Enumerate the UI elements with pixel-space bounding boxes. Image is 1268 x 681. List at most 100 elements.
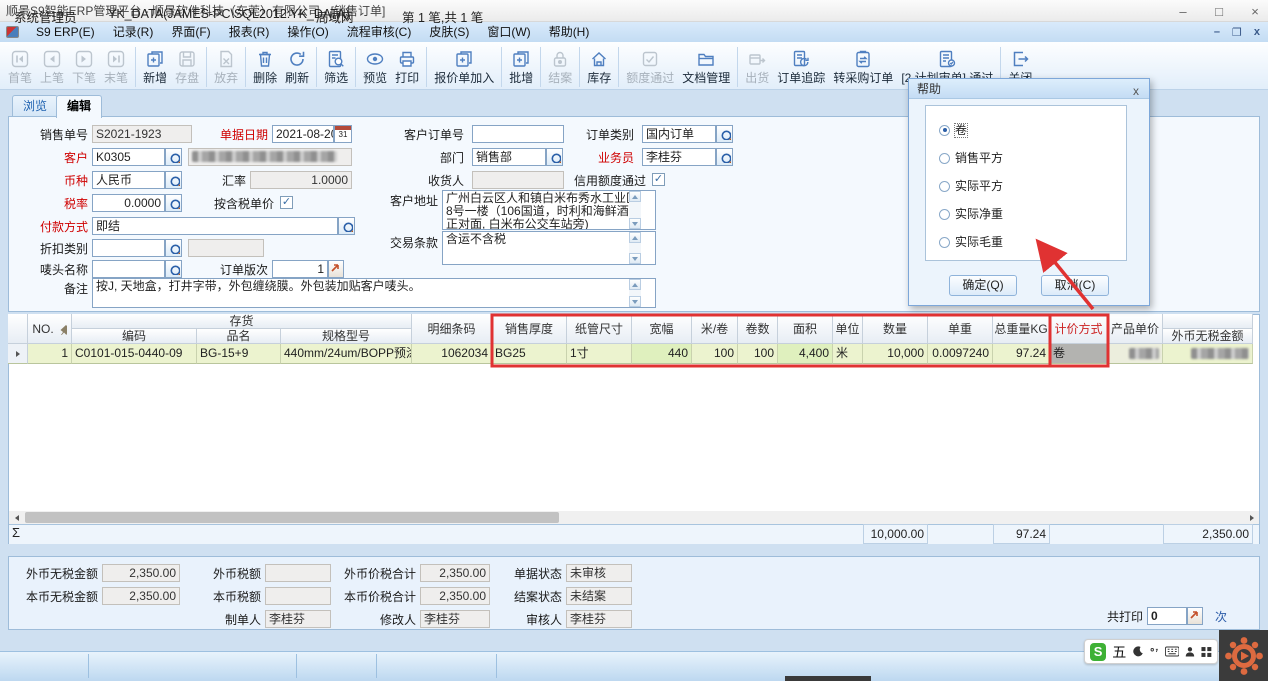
punctuation-icon[interactable] — [1150, 647, 1159, 657]
department-lookup-icon[interactable] — [546, 148, 563, 166]
radio-option-actual-sqm[interactable]: 实际平方 — [939, 179, 1003, 193]
cell-width[interactable]: 440 — [632, 344, 692, 364]
col-header-thickness[interactable]: 销售厚度 — [492, 314, 567, 344]
dialog-close-icon[interactable]: x — [1129, 81, 1143, 101]
remark-scrollbar[interactable] — [629, 279, 641, 307]
salesman-lookup-icon[interactable] — [716, 148, 733, 166]
menu-interface[interactable]: 界面(F) — [162, 22, 219, 42]
col-header-total-weight[interactable]: 总重量KG — [993, 314, 1050, 344]
trade-terms-field[interactable]: 含运不含税 — [442, 231, 656, 265]
menu-record[interactable]: 记录(R) — [104, 22, 163, 42]
radio-option-actual-net-weight[interactable]: 实际净重 — [939, 207, 1003, 221]
col-header-name[interactable]: 品名 — [197, 329, 281, 344]
cell-core-size[interactable]: 1寸 — [567, 344, 632, 364]
sogou-logo-icon[interactable]: S — [1090, 643, 1106, 661]
radio-option-sales-sqm[interactable]: 销售平方 — [939, 151, 1003, 165]
cell-barcode[interactable]: 1062034 — [412, 344, 492, 364]
salesman-field[interactable]: 李桂芬 — [642, 148, 716, 166]
moon-icon[interactable] — [1132, 645, 1144, 658]
minimize-icon[interactable]: – — [1176, 4, 1190, 19]
order-type-lookup-icon[interactable] — [716, 125, 733, 143]
add-button[interactable]: 新增 — [139, 45, 171, 89]
cell-qty[interactable]: 10,000 — [863, 344, 928, 364]
help-dialog-titlebar[interactable]: 帮助 x — [909, 79, 1149, 99]
col-header-unit-price[interactable]: 产品单价 — [1108, 314, 1163, 344]
delete-button[interactable]: 删除 — [249, 45, 281, 89]
col-header-unit-weight[interactable]: 单重 — [928, 314, 993, 344]
cancel-button[interactable]: 取消(C) — [1041, 275, 1109, 296]
order-version-field[interactable]: 1 — [272, 260, 328, 278]
customer-po-field[interactable] — [472, 125, 564, 143]
customer-field[interactable]: K0305 — [92, 148, 165, 166]
col-header-spec[interactable]: 规格型号 — [281, 329, 412, 344]
order-track-button[interactable]: 订单追踪 — [773, 45, 829, 89]
col-header-width[interactable]: 宽幅 — [632, 314, 692, 344]
mdi-close-icon[interactable]: x — [1254, 26, 1260, 38]
scrollbar-thumb[interactable] — [25, 512, 559, 523]
mark-lookup-icon[interactable] — [165, 260, 182, 278]
col-header-pricing-mode[interactable]: 计价方式 — [1050, 314, 1108, 344]
remark-field[interactable]: 按J, 天地盒，打井字带，外包缠绕膜。外包装加贴客户唛头。 — [92, 278, 656, 308]
col-header-unit[interactable]: 单位 — [833, 314, 863, 344]
tax-rate-lookup-icon[interactable] — [165, 194, 182, 212]
customer-lookup-icon[interactable] — [165, 148, 182, 166]
cell-thickness[interactable]: BG25 — [492, 344, 567, 364]
currency-field[interactable]: 人民币 — [92, 171, 165, 189]
tab-browse[interactable]: 浏览 — [12, 95, 58, 117]
preview-button[interactable]: 预览 — [359, 45, 391, 89]
person-icon[interactable] — [1185, 646, 1195, 658]
calendar-icon[interactable]: 31 — [334, 125, 352, 143]
radio-option-actual-gross-weight[interactable]: 实际毛重 — [939, 235, 1003, 249]
col-header-barcode[interactable]: 明细条码 — [412, 314, 492, 344]
cell-code[interactable]: C0101-015-0440-09 — [72, 344, 197, 364]
print-count-field[interactable]: 0 — [1147, 607, 1187, 625]
grid-hscrollbar[interactable] — [9, 511, 1259, 524]
filter-button[interactable]: 筛选 — [320, 45, 352, 89]
payment-field[interactable]: 即结 — [92, 217, 338, 235]
quote-add-button[interactable]: 报价单加入 — [430, 45, 498, 89]
cell-unit-price[interactable] — [1108, 344, 1163, 364]
print-count-spinner[interactable] — [1187, 607, 1203, 625]
cell-unit-weight[interactable]: 0.0097240 — [928, 344, 993, 364]
to-purchase-order-button[interactable]: 转采购订单 — [829, 45, 897, 89]
menu-window[interactable]: 窗口(W) — [478, 22, 539, 42]
terms-scrollbar[interactable] — [629, 232, 641, 264]
batch-add-button[interactable]: 批增 — [505, 45, 537, 89]
tax-rate-field[interactable]: 0.0000 — [92, 194, 165, 212]
cell-fc-amount[interactable] — [1163, 344, 1253, 364]
cell-pricing-mode[interactable]: 卷 — [1050, 344, 1108, 364]
col-header-no[interactable]: NO. — [28, 314, 72, 344]
order-type-field[interactable]: 国内订单 — [642, 125, 716, 143]
col-header-rolls[interactable]: 卷数 — [738, 314, 778, 344]
mdi-restore-icon[interactable]: ❐ — [1232, 26, 1242, 39]
grid-corner-cell[interactable] — [8, 314, 28, 344]
customer-address-field[interactable]: 广州白云区人和镇白米布秀水工业区8号一楼（106国道，时利和海鲜酒家正对面, 白… — [442, 190, 656, 230]
scroll-right-icon[interactable] — [1244, 511, 1259, 524]
discount-lookup-icon[interactable] — [165, 239, 182, 257]
payment-lookup-icon[interactable] — [338, 217, 355, 235]
document-manage-button[interactable]: 文档管理 — [678, 45, 734, 89]
cell-m-per-roll[interactable]: 100 — [692, 344, 738, 364]
cell-no[interactable]: 1 — [28, 344, 72, 364]
ok-button[interactable]: 确定(Q) — [949, 275, 1017, 296]
toolbox-grid-icon[interactable] — [1201, 646, 1212, 658]
menu-report[interactable]: 报表(R) — [220, 22, 279, 42]
scroll-left-icon[interactable] — [9, 511, 24, 524]
menu-help[interactable]: 帮助(H) — [540, 22, 599, 42]
keyboard-icon[interactable] — [1165, 646, 1179, 657]
col-group-inventory[interactable]: 存货 — [72, 314, 412, 329]
col-header-core-size[interactable]: 纸管尺寸 — [567, 314, 632, 344]
col-header-area[interactable]: 面积 — [778, 314, 833, 344]
doc-date-field[interactable]: 2021-08-20 — [272, 125, 334, 143]
refresh-button[interactable]: 刷新 — [281, 45, 313, 89]
maximize-icon[interactable]: □ — [1212, 4, 1226, 19]
row-indicator[interactable] — [8, 344, 28, 364]
tab-edit[interactable]: 编辑 — [56, 95, 102, 118]
discount-type-field[interactable] — [92, 239, 165, 257]
col-header-m-per-roll[interactable]: 米/卷 — [692, 314, 738, 344]
credit-pass-checkbox[interactable]: ✓ — [652, 173, 665, 186]
print-button[interactable]: 打印 — [391, 45, 423, 89]
inventory-button[interactable]: 库存 — [583, 45, 615, 89]
cell-unit[interactable]: 米 — [833, 344, 863, 364]
col-header-fc-amount[interactable]: 外币无税金额 — [1163, 329, 1253, 344]
